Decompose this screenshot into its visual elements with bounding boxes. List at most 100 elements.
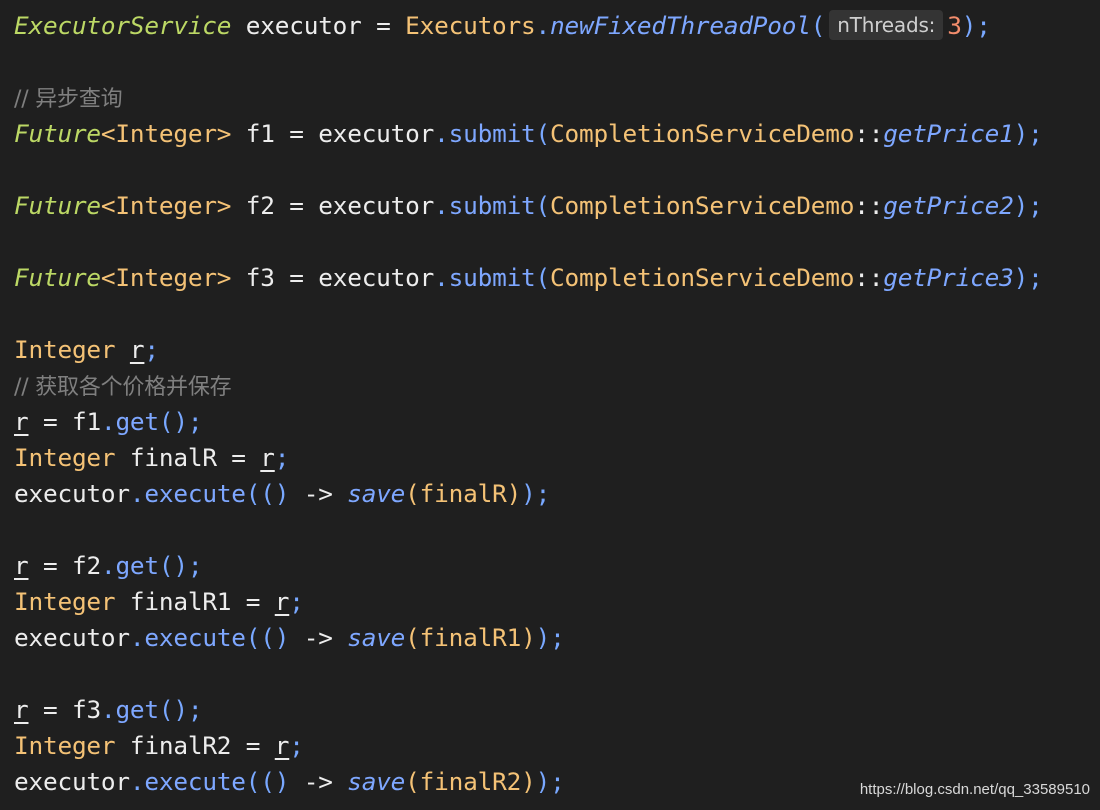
code-line[interactable]: ExecutorService executor = Executors.new…: [14, 8, 1094, 44]
code-token: f1: [231, 119, 290, 148]
code-token: <Integer>: [100, 119, 232, 148]
code-token: <Integer>: [100, 191, 232, 220]
code-token: ): [506, 479, 522, 508]
code-line[interactable]: r = f2.get();: [14, 548, 1094, 584]
code-line[interactable]: [14, 44, 1094, 80]
code-token: = f1: [28, 407, 101, 436]
code-line[interactable]: r = f1.get();: [14, 404, 1094, 440]
code-token: ;: [550, 767, 565, 796]
code-token: = f3: [28, 695, 101, 724]
code-token: .: [100, 551, 116, 580]
code-token: f2: [231, 191, 290, 220]
code-token: Integer: [14, 731, 116, 760]
code-token: finalR: [419, 479, 507, 508]
code-line[interactable]: executor.execute(() -> save(finalR));: [14, 476, 1094, 512]
code-token: ->: [289, 623, 348, 652]
code-token: finalR1 =: [115, 587, 275, 616]
code-token: finalR2: [419, 767, 522, 796]
code-line[interactable]: r = f3.get();: [14, 692, 1094, 728]
code-token: executor: [303, 191, 435, 220]
code-line[interactable]: [14, 152, 1094, 188]
code-token: ;: [187, 695, 203, 724]
code-line[interactable]: [14, 512, 1094, 548]
code-token: ;: [274, 443, 290, 472]
code-comment: // 异步查询: [14, 87, 123, 112]
code-token: ;: [1028, 119, 1043, 148]
code-line[interactable]: Future<Integer> f2 = executor.submit(Com…: [14, 188, 1094, 224]
code-token: ): [521, 623, 536, 652]
code-token: ): [535, 767, 551, 796]
code-token: r: [14, 695, 29, 724]
code-line[interactable]: executor.execute(() -> save(finalR1));: [14, 620, 1094, 656]
watermark-url: https://blog.csdn.net/qq_33589510: [859, 781, 1090, 798]
code-token: ::: [854, 191, 884, 220]
code-token: r: [14, 551, 29, 580]
code-token: Integer: [14, 335, 116, 364]
code-token: submit: [448, 191, 536, 220]
code-token: executor: [14, 767, 130, 796]
code-token: ((): [245, 623, 290, 652]
code-token: .: [434, 119, 449, 148]
code-token: .: [434, 191, 449, 220]
code-token: executor: [14, 479, 130, 508]
code-token: f3: [231, 263, 290, 292]
code-token: finalR =: [115, 443, 261, 472]
code-line[interactable]: [14, 224, 1094, 260]
code-token: ::: [854, 119, 884, 148]
code-line[interactable]: [14, 656, 1094, 692]
code-token: =: [289, 263, 304, 292]
code-token: ;: [1028, 191, 1043, 220]
code-token: submit: [448, 119, 536, 148]
code-token: .: [100, 407, 116, 436]
code-token: (): [158, 695, 188, 724]
code-token: = f2: [28, 551, 101, 580]
code-token: =: [376, 11, 391, 40]
code-token: 3: [947, 11, 962, 40]
code-line[interactable]: Integer finalR = r;: [14, 440, 1094, 476]
code-token: (): [158, 407, 188, 436]
code-token: Future: [14, 191, 101, 220]
code-line[interactable]: Integer finalR1 = r;: [14, 584, 1094, 620]
code-token: save: [347, 623, 406, 652]
code-line[interactable]: Future<Integer> f1 = executor.submit(Com…: [14, 116, 1094, 152]
code-token: ;: [1028, 263, 1043, 292]
code-line[interactable]: [14, 296, 1094, 332]
code-token: (: [535, 191, 551, 220]
code-token: .: [129, 767, 145, 796]
code-token: .: [434, 263, 449, 292]
code-token: CompletionServiceDemo: [550, 119, 855, 148]
code-token: CompletionServiceDemo: [550, 191, 855, 220]
code-token: getPrice1: [883, 119, 1014, 148]
code-token: ;: [289, 731, 304, 760]
code-comment: // 获取各个价格并保存: [14, 375, 232, 400]
code-token: .: [535, 11, 551, 40]
code-token: ;: [535, 479, 551, 508]
code-token: (: [405, 623, 420, 652]
code-token: get: [115, 695, 159, 724]
code-line[interactable]: Integer r;: [14, 332, 1094, 368]
code-line[interactable]: // 异步查询: [14, 80, 1094, 116]
code-token: r: [274, 731, 290, 760]
code-token: r: [260, 443, 275, 472]
code-token: ;: [187, 551, 203, 580]
code-token: ExecutorService: [14, 11, 232, 40]
code-token: (: [535, 119, 551, 148]
code-token: CompletionServiceDemo: [550, 263, 855, 292]
code-token: getPrice2: [883, 191, 1014, 220]
code-token: finalR1: [419, 623, 522, 652]
code-token: (: [810, 11, 826, 40]
code-token: =: [289, 119, 304, 148]
code-line[interactable]: // 获取各个价格并保存: [14, 368, 1094, 404]
code-line[interactable]: Integer finalR2 = r;: [14, 728, 1094, 764]
code-token: getPrice3: [883, 263, 1014, 292]
code-token: ;: [289, 587, 304, 616]
code-token: ): [1013, 191, 1029, 220]
code-token: ::: [854, 263, 884, 292]
parameter-hint: nThreads:: [829, 10, 944, 40]
code-token: ->: [289, 479, 348, 508]
code-line[interactable]: Future<Integer> f3 = executor.submit(Com…: [14, 260, 1094, 296]
code-token: (): [158, 551, 188, 580]
code-editor[interactable]: ExecutorService executor = Executors.new…: [14, 8, 1094, 800]
code-token: ): [521, 479, 536, 508]
